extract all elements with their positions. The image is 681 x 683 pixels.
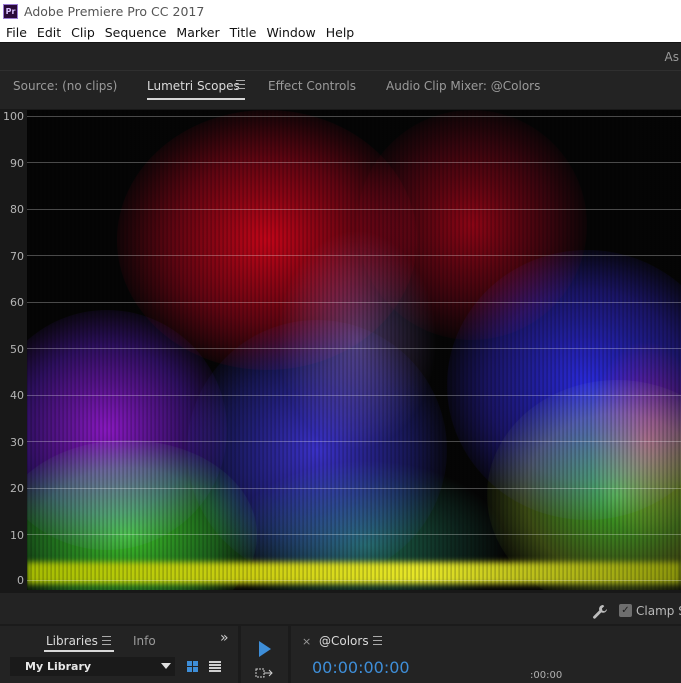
timeline-menu-icon[interactable] xyxy=(373,636,382,645)
tab-effect-controls[interactable]: Effect Controls xyxy=(268,79,356,93)
playhead-timecode[interactable]: 00:00:00:00 xyxy=(312,658,410,677)
active-tab-indicator xyxy=(44,650,114,652)
track-select-icon[interactable] xyxy=(255,668,273,680)
clamp-signal-label: Clamp Si xyxy=(636,604,681,618)
scope-gridline xyxy=(27,116,681,117)
scope-gridline xyxy=(27,395,681,396)
menu-window[interactable]: Window xyxy=(261,25,320,40)
menu-title[interactable]: Title xyxy=(225,25,262,40)
y-tick-label: 50 xyxy=(10,343,24,356)
y-tick-label: 0 xyxy=(17,574,24,587)
waveform-scope xyxy=(27,110,681,590)
chevron-down-icon xyxy=(161,663,171,669)
wrench-icon[interactable] xyxy=(592,604,608,620)
title-bar: Pr Adobe Premiere Pro CC 2017 xyxy=(0,0,681,22)
grid-view-icon[interactable] xyxy=(187,661,198,672)
library-select-value: My Library xyxy=(25,660,92,673)
scope-gridline xyxy=(27,255,681,256)
premiere-app-icon: Pr xyxy=(3,3,18,19)
scope-gridline xyxy=(27,488,681,489)
workspace-tab[interactable]: As xyxy=(665,50,679,64)
close-icon[interactable]: × xyxy=(302,635,311,648)
y-tick-label: 100 xyxy=(3,110,24,123)
list-view-icon[interactable] xyxy=(209,661,221,672)
scope-gridline xyxy=(27,209,681,210)
scope-gridline xyxy=(27,534,681,535)
hamburger-icon[interactable] xyxy=(236,80,245,89)
menu-file[interactable]: File xyxy=(0,25,32,40)
scope-gridline xyxy=(27,348,681,349)
y-tick-label: 60 xyxy=(10,296,24,309)
scope-gridline xyxy=(27,580,681,581)
tab-source[interactable]: Source: (no clips) xyxy=(13,79,117,93)
library-select[interactable]: My Library xyxy=(10,657,175,676)
tab-audio-clip-mixer[interactable]: Audio Clip Mixer: @Colors xyxy=(386,79,540,93)
y-tick-label: 40 xyxy=(10,389,24,402)
scope-gridline xyxy=(27,162,681,163)
menu-marker[interactable]: Marker xyxy=(171,25,224,40)
y-tick-label: 70 xyxy=(10,250,24,263)
overflow-icon[interactable]: » xyxy=(220,630,229,646)
y-tick-label: 20 xyxy=(10,482,24,495)
scope-gridline xyxy=(27,441,681,442)
scope-texture xyxy=(27,110,681,590)
clamp-checkbox[interactable]: ✓ xyxy=(619,604,632,617)
y-tick-label: 10 xyxy=(10,529,24,542)
active-tab-indicator xyxy=(147,98,245,100)
window-title: Adobe Premiere Pro CC 2017 xyxy=(24,3,205,19)
workspace-bar: As xyxy=(0,42,681,70)
selection-tool-icon[interactable] xyxy=(258,641,272,657)
menu-clip[interactable]: Clip xyxy=(66,25,100,40)
menu-bar: File Edit Clip Sequence Marker Title Win… xyxy=(0,22,681,42)
tab-info[interactable]: Info xyxy=(133,634,156,648)
tab-sequence-colors[interactable]: @Colors xyxy=(319,634,369,648)
menu-help[interactable]: Help xyxy=(321,25,360,40)
y-tick-label: 80 xyxy=(10,203,24,216)
menu-sequence[interactable]: Sequence xyxy=(100,25,172,40)
y-tick-label: 30 xyxy=(10,436,24,449)
tab-libraries[interactable]: Libraries xyxy=(46,634,98,648)
tab-lumetri-scopes[interactable]: Lumetri Scopes xyxy=(147,79,240,93)
scope-controls xyxy=(0,598,681,622)
scope-gridline xyxy=(27,302,681,303)
panel-tabs: Source: (no clips) Lumetri Scopes Effect… xyxy=(0,71,681,103)
y-tick-label: 90 xyxy=(10,157,24,170)
menu-edit[interactable]: Edit xyxy=(32,25,66,40)
libraries-menu-icon[interactable] xyxy=(102,636,111,645)
ruler-time-label: :00:00 xyxy=(530,670,563,681)
